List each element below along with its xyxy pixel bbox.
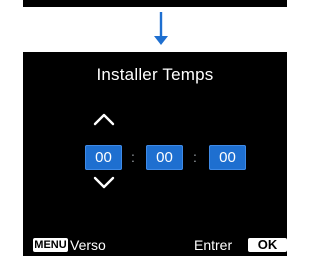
ok-key-badge[interactable]: OK bbox=[248, 238, 287, 252]
footer-bar: MENU Verso Entrer OK bbox=[23, 236, 287, 254]
seconds-field[interactable]: 00 bbox=[209, 145, 246, 170]
arrow-down-icon bbox=[154, 12, 168, 45]
back-label: Verso bbox=[70, 237, 106, 253]
minutes-field[interactable]: 00 bbox=[146, 145, 183, 170]
hours-field[interactable]: 00 bbox=[85, 145, 122, 170]
screen-title: Installer Temps bbox=[96, 65, 214, 84]
enter-label: Entrer bbox=[194, 237, 233, 253]
time-separator: : bbox=[131, 149, 135, 165]
camera-screen: Installer Temps 00 : 00 : 00 MENU Verso … bbox=[23, 52, 287, 256]
chevron-down-icon[interactable] bbox=[92, 175, 116, 191]
time-separator: : bbox=[193, 149, 197, 165]
time-setter: 00 : 00 : 00 bbox=[23, 145, 287, 171]
previous-screen-edge bbox=[23, 0, 287, 7]
chevron-up-icon[interactable] bbox=[92, 111, 116, 127]
menu-key-badge[interactable]: MENU bbox=[33, 238, 68, 252]
